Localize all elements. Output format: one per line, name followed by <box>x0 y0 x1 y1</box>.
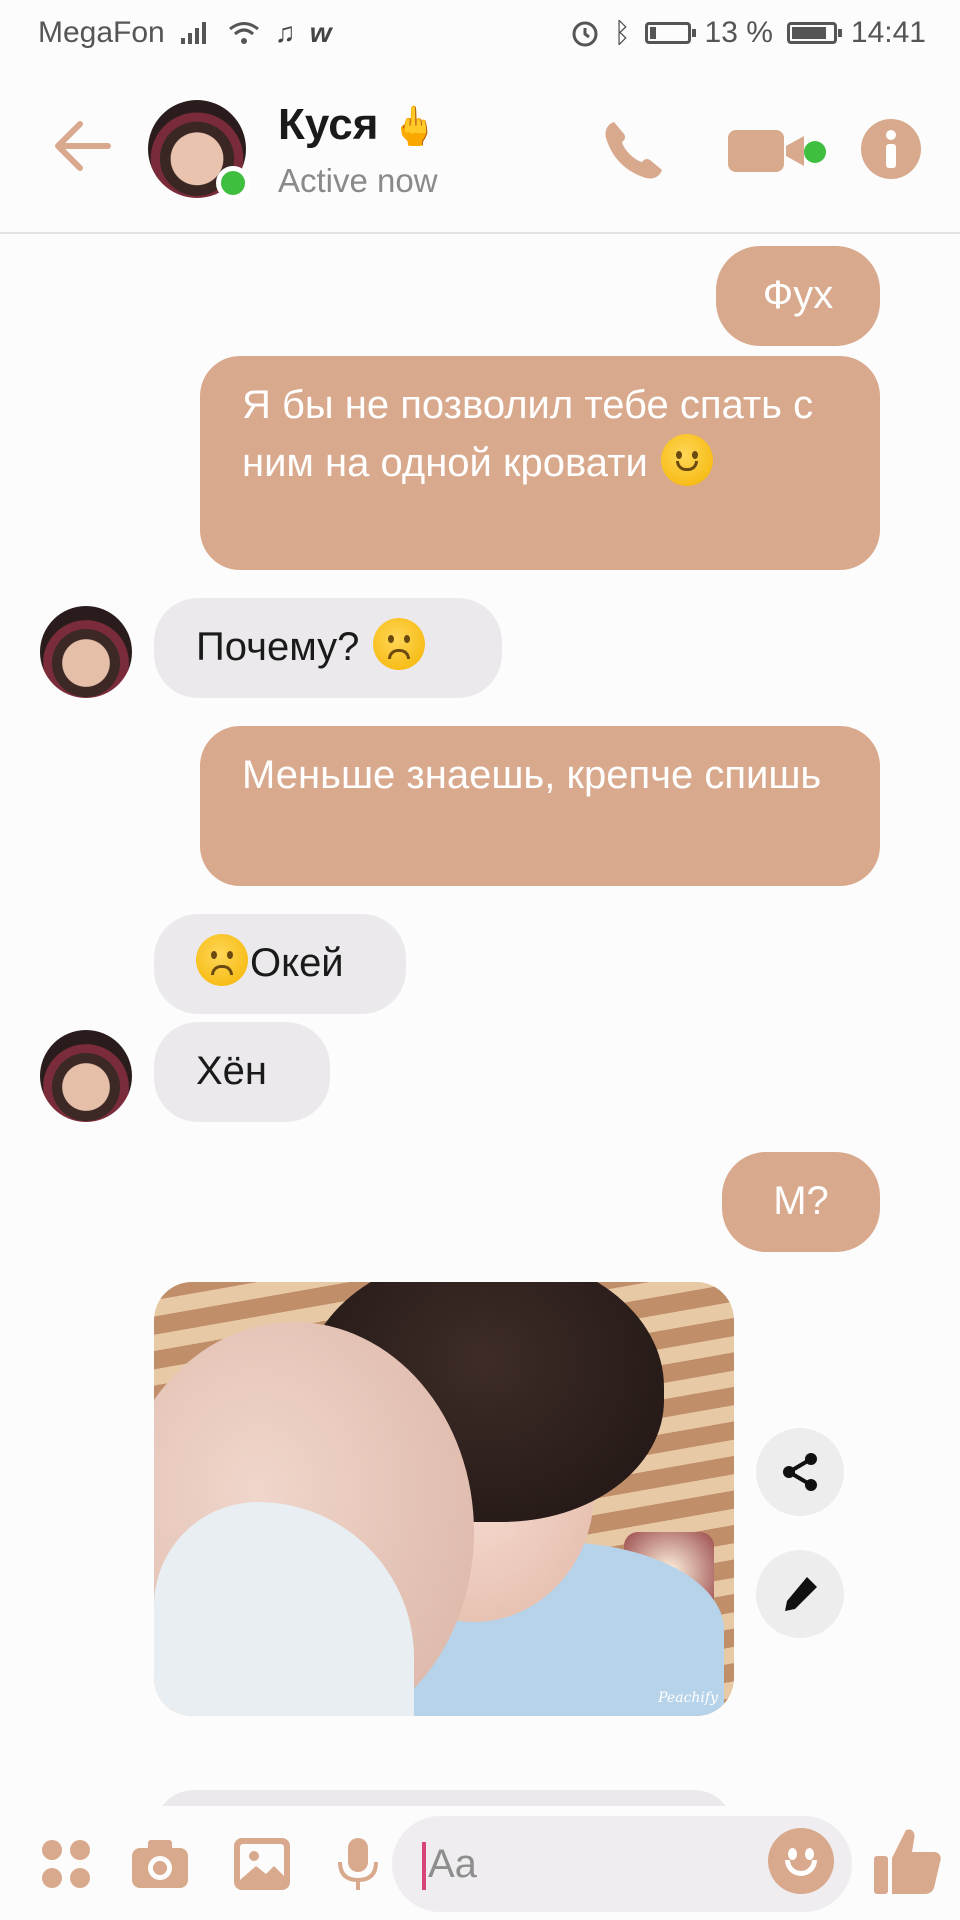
w-app-icon: w <box>309 17 332 48</box>
message-input[interactable] <box>428 1838 728 1890</box>
message-bubble-incoming[interactable]: Окей <box>154 914 406 1014</box>
middle-finger-emoji: 🖕 <box>390 106 438 148</box>
edit-button[interactable] <box>756 1550 844 1638</box>
video-available-dot <box>804 141 826 163</box>
status-bar: MegaFon ♫ w ᛒ 13 % 14:41 <box>0 0 960 66</box>
message-bubble-outgoing[interactable]: Я бы не позволил тебе спать с ним на одн… <box>200 356 880 570</box>
battery-percent: 13 % <box>704 16 773 49</box>
music-note-icon: ♫ <box>274 17 296 48</box>
message-bubble-outgoing[interactable]: М? <box>722 1152 880 1252</box>
more-actions-icon[interactable] <box>36 1836 96 1892</box>
chat-header: Куся 🖕 Active now <box>0 66 960 234</box>
camera-icon[interactable] <box>130 1836 190 1892</box>
charging-battery-icon <box>786 22 842 44</box>
thumbs-up-icon[interactable] <box>872 1824 942 1896</box>
battery-icon <box>644 22 696 44</box>
clock: 14:41 <box>850 16 926 49</box>
frowning-face-emoji <box>372 618 425 670</box>
emoji-icon[interactable] <box>768 1828 834 1894</box>
message-bubble-outgoing[interactable]: Фух <box>716 246 880 346</box>
frowning-face-emoji <box>196 934 248 986</box>
message-bubble-incoming[interactable]: Почему? <box>154 598 502 698</box>
carrier-label: MegaFon <box>38 16 165 49</box>
signal-icon <box>180 22 206 44</box>
phone-call-icon[interactable] <box>600 118 666 184</box>
relieved-face-emoji <box>660 434 713 486</box>
back-arrow-icon[interactable] <box>50 118 114 174</box>
share-button[interactable] <box>756 1428 844 1516</box>
pencil-icon <box>785 1577 817 1611</box>
microphone-icon[interactable] <box>328 1836 388 1892</box>
alarm-icon <box>572 21 598 47</box>
contact-status: Active now <box>278 162 438 199</box>
bluetooth-icon: ᛒ <box>613 17 631 48</box>
photo-watermark: Peachify <box>658 1690 718 1706</box>
message-bubble-outgoing[interactable]: Меньше знаешь, крепче спишь <box>200 726 880 886</box>
online-indicator <box>216 166 250 200</box>
message-bubble-incoming[interactable]: Хён <box>154 1022 330 1122</box>
wifi-icon <box>228 22 259 44</box>
contact-name[interactable]: Куся 🖕 <box>278 100 438 150</box>
info-icon[interactable] <box>860 118 922 180</box>
contact-avatar-small[interactable] <box>40 606 132 698</box>
video-call-icon[interactable] <box>726 118 816 184</box>
share-icon <box>783 1453 817 1491</box>
gallery-icon[interactable] <box>232 1836 292 1892</box>
text-cursor <box>422 1842 426 1890</box>
photo-message[interactable]: Peachify <box>154 1282 734 1716</box>
contact-avatar[interactable] <box>148 100 250 200</box>
contact-avatar-small[interactable] <box>40 1030 132 1122</box>
